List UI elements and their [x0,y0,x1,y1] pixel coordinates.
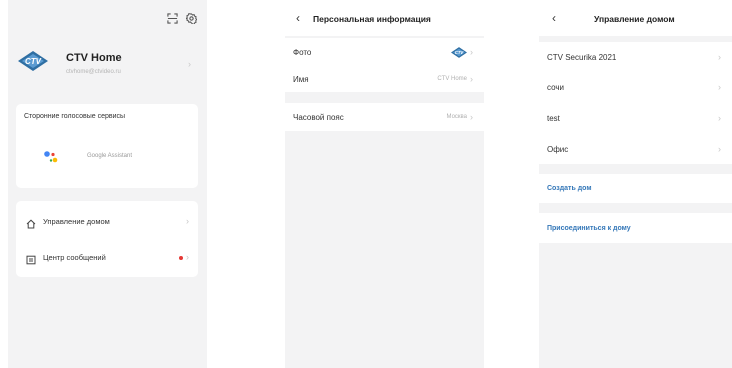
chevron-right-icon: › [186,252,189,262]
home-list-item[interactable]: CTV Securika 2021 › [539,42,732,72]
chevron-right-icon: › [470,111,473,122]
nav-bar: ‹ Управление домом [539,0,732,36]
photo-row[interactable]: Фото CTV › [285,38,484,66]
message-icon [26,252,36,270]
google-assistant-item[interactable]: Google Assistant [36,146,176,168]
row-value: Москва [446,114,467,120]
google-assistant-icon [44,150,60,164]
scan-icon[interactable] [165,11,179,25]
home-list-item[interactable]: сочи › [539,72,732,103]
back-arrow-icon[interactable]: ‹ [296,11,300,25]
chevron-right-icon: › [718,51,721,62]
notification-badge [179,256,183,260]
menu-item-home-management[interactable]: Управление домом › [16,207,198,235]
row-label: Фото [293,47,312,57]
home-list-item[interactable]: Офис › [539,134,732,164]
menu-item-message-center[interactable]: Центр сообщений › [16,243,198,271]
profile-header[interactable]: CTV CTV Home ctvhome@ctvideo.ru › [8,42,207,88]
name-row[interactable]: Имя CTV Home › [285,66,484,92]
row-value: CTV Home [437,76,467,82]
back-arrow-icon[interactable]: ‹ [552,11,556,25]
personal-info-screen: ‹ Персональная информация Фото CTV › Имя… [285,0,484,368]
chevron-right-icon: › [718,143,721,154]
chevron-right-icon: › [718,113,721,123]
home-name: Офис [547,144,569,154]
home-list-item[interactable]: test › [539,103,732,134]
join-home-label: Присоединиться к дому [547,224,631,232]
svg-text:CTV: CTV [25,57,42,66]
chevron-right-icon: › [188,59,191,69]
nav-bar: ‹ Персональная информация [285,0,484,36]
account-email: ctvhome@ctvideo.ru [66,69,121,75]
home-management-screen: ‹ Управление домом CTV Securika 2021 › с… [539,0,732,368]
home-icon [26,216,36,234]
brand-logo: CTV [18,51,48,71]
menu-item-label: Центр сообщений [43,253,106,262]
create-home-button[interactable]: Создать дом [539,174,732,203]
app-name: CTV Home [66,52,122,64]
avatar-logo: CTV [451,46,467,58]
row-label: Имя [293,74,309,84]
row-label: Часовой пояс [293,112,344,122]
timezone-row[interactable]: Часовой пояс Москва › [285,103,484,131]
page-title: Персональная информация [313,14,431,24]
home-name: test [547,114,560,123]
voice-services-card: Сторонние голосовые сервисы Google Assis… [16,104,198,188]
profile-screen: CTV CTV Home ctvhome@ctvideo.ru › Сторон… [8,0,207,368]
home-name: сочи [547,83,564,92]
chevron-right-icon: › [186,216,189,226]
chevron-right-icon: › [470,73,473,84]
create-home-label: Создать дом [547,185,592,192]
chevron-right-icon: › [718,82,721,92]
home-name: CTV Securika 2021 [547,52,617,62]
chevron-right-icon: › [470,46,473,57]
join-home-button[interactable]: Присоединиться к дому [539,213,732,243]
menu-card: Управление домом › Центр сообщений › [16,201,198,277]
svg-text:CTV: CTV [455,50,465,55]
page-title: Управление домом [594,14,675,24]
menu-item-label: Управление домом [43,217,110,226]
google-assistant-label: Google Assistant [87,153,133,159]
voice-section-title: Сторонние голосовые сервисы [24,113,126,120]
settings-icon[interactable] [184,11,198,25]
